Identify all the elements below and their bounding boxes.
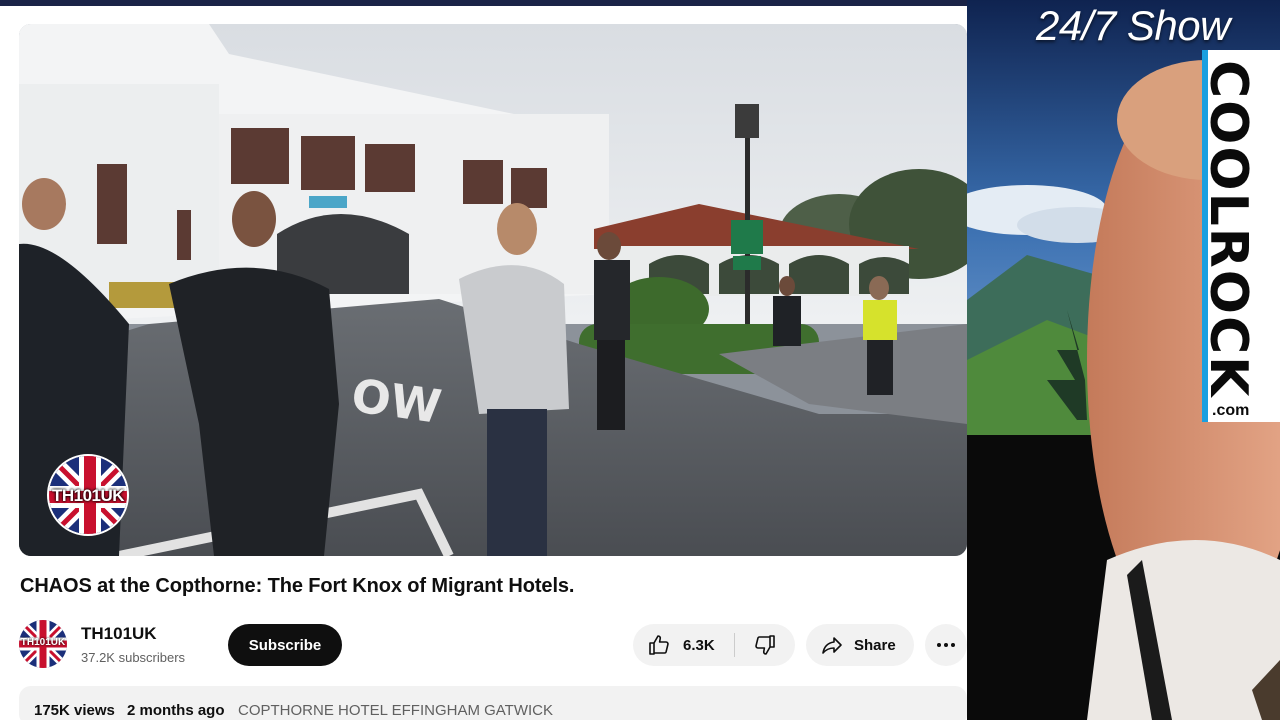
thumbs-down-icon	[755, 635, 775, 655]
video-frame: OW	[19, 24, 967, 556]
video-title: CHAOS at the Copthorne: The Fort Knox of…	[20, 575, 575, 597]
subscribe-button[interactable]: Subscribe	[228, 624, 342, 666]
share-button[interactable]: Share	[806, 624, 914, 666]
brand-logo-text: COOLROCK	[1198, 60, 1258, 399]
watermark-logo: TH101UK	[47, 454, 129, 536]
view-count: 175K views	[34, 702, 115, 719]
person-dark	[594, 232, 630, 430]
channel-name[interactable]: TH101UK	[81, 624, 157, 644]
dislike-button[interactable]	[735, 624, 795, 666]
channel-avatar[interactable]: TH101UK	[19, 620, 67, 668]
like-dislike-group: 6.3K	[633, 624, 795, 666]
thumbs-up-icon	[649, 635, 669, 655]
show-title: 24/7 Show	[1036, 2, 1230, 49]
avatar-text: TH101UK	[20, 637, 66, 648]
video-player[interactable]: OW TH101UK	[19, 24, 967, 556]
watermark-text: TH101UK	[51, 486, 125, 505]
upload-date: 2 months ago	[127, 702, 225, 719]
like-count: 6.3K	[683, 636, 715, 654]
like-button[interactable]: 6.3K	[633, 624, 734, 666]
more-actions-button[interactable]	[925, 624, 967, 666]
share-label: Share	[854, 636, 896, 654]
subscriber-count: 37.2K subscribers	[81, 650, 186, 665]
brand-logo-suffix: .com	[1212, 402, 1250, 419]
more-dots-icon	[937, 643, 955, 647]
share-arrow-icon	[822, 637, 842, 654]
location-tag[interactable]: COPTHORNE HOTEL EFFINGHAM GATWICK	[238, 702, 553, 719]
